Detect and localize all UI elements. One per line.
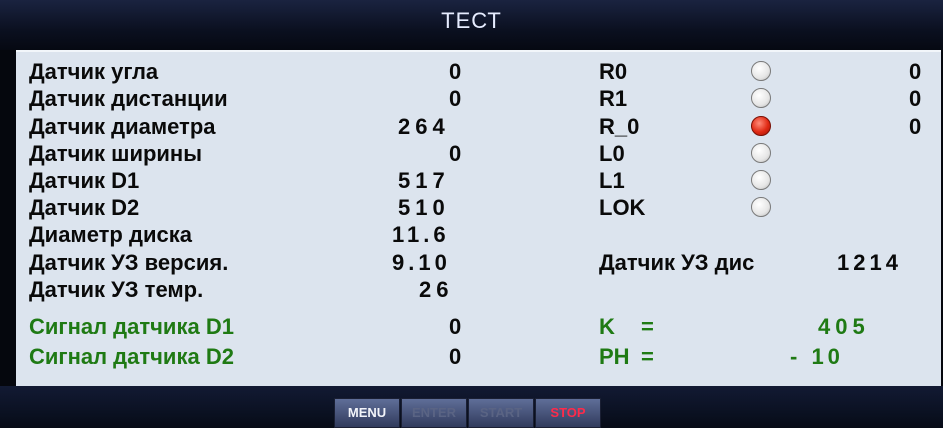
indicator-label: LOK [599,195,646,220]
uz-distance-value: 1214 [837,250,902,275]
indicator-value: 0 [909,59,922,84]
coefficient-value: - 10 [790,344,844,369]
sensor-value: 517 [398,168,450,193]
indicator-led-off-icon [751,88,771,108]
header-bar: ТЕСТ [0,0,943,50]
sensor-label: Датчик дистанции [29,86,228,111]
sensor-label: Датчик ширины [29,141,203,166]
indicator-led-on-icon [751,116,771,136]
start-button[interactable]: START [468,398,534,428]
stop-button[interactable]: STOP [535,398,601,428]
sensor-value: 0 [449,86,462,111]
uz-distance-label: Датчик УЗ дис [599,250,755,275]
sensor-label: Датчик D2 [29,195,140,220]
sensor-value: 0 [449,141,462,166]
coefficient-equals: = [641,314,654,339]
enter-button[interactable]: ENTER [401,398,467,428]
coefficient-label: K [599,314,615,339]
indicator-label: R1 [599,86,628,111]
coefficient-label: PH [599,344,630,369]
indicator-value: 0 [909,114,922,139]
sensor-label: Датчик угла [29,59,159,84]
indicator-led-off-icon [751,197,771,217]
sensor-label: Датчик D1 [29,168,140,193]
indicator-led-off-icon [751,61,771,81]
indicator-label: R0 [599,59,628,84]
sensor-label: Датчик УЗ темр. [29,277,204,302]
indicator-label: R_0 [599,114,640,139]
indicator-value: 0 [909,86,922,111]
page-title: ТЕСТ [441,8,502,33]
sensor-label: Диаметр диска [29,222,192,247]
signal-label: Сигнал датчика D2 [29,344,234,369]
coefficient-value: 405 [818,314,870,339]
indicator-label: L0 [599,141,625,166]
sensor-value: 26 [419,277,454,302]
sensor-value: 0 [449,59,462,84]
signal-value: 0 [449,314,462,339]
sensor-value: 9.10 [392,250,451,275]
coefficient-equals: = [641,344,654,369]
sensor-value: 510 [398,195,450,220]
signal-value: 0 [449,344,462,369]
menu-button[interactable]: MENU [334,398,400,428]
sensor-value: 264 [398,114,450,139]
sensor-label: Датчик диаметра [29,114,216,139]
sensor-value: 11.6 [392,222,450,247]
indicator-led-off-icon [751,143,771,163]
indicator-led-off-icon [751,170,771,190]
indicator-label: L1 [599,168,625,193]
sensor-label: Датчик УЗ версия. [29,250,229,275]
signal-label: Сигнал датчика D1 [29,314,234,339]
